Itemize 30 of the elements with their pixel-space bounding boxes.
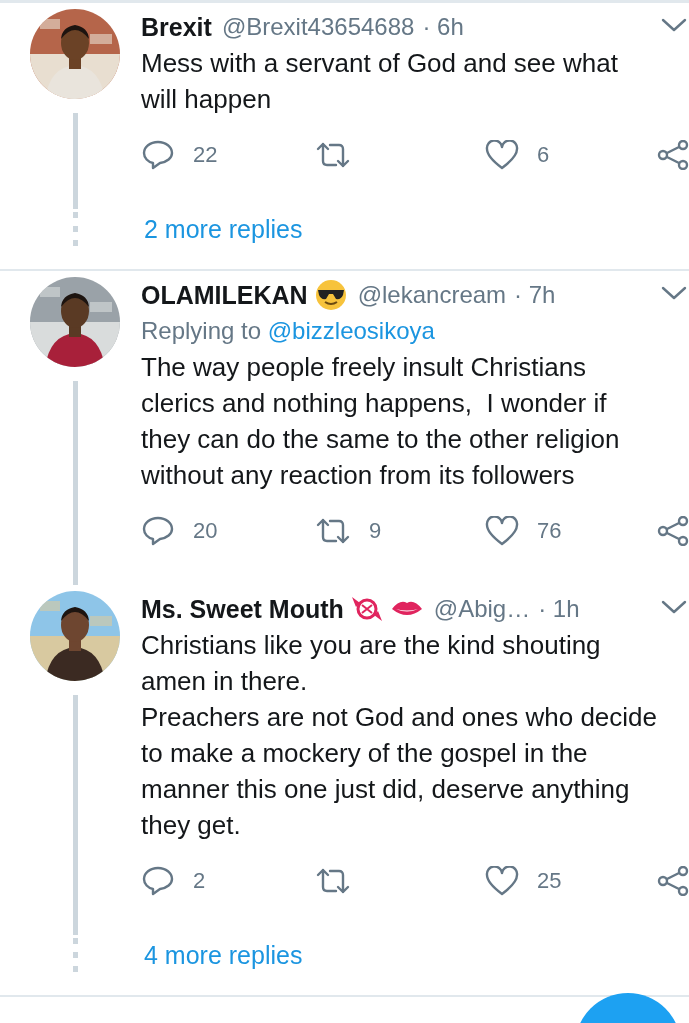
sunglasses-face-icon bbox=[313, 279, 348, 311]
user-handle: @Abig… bbox=[433, 595, 531, 623]
reply-button[interactable]: 20 bbox=[141, 515, 218, 547]
like-button[interactable]: 76 bbox=[485, 516, 562, 546]
user-name: Brexit bbox=[141, 12, 212, 42]
replying-to-text: Replying to @bizzleosikoya bbox=[141, 316, 436, 346]
retweet-button[interactable]: 9 bbox=[315, 516, 382, 546]
tweet-text: Mess with a servant of God and see what will happen bbox=[141, 47, 619, 116]
user-name: OLAMILEKAN bbox=[141, 280, 308, 310]
share-button[interactable] bbox=[657, 516, 689, 546]
share-button[interactable] bbox=[657, 866, 689, 896]
mention-link[interactable]: @bizzleosikoya bbox=[267, 317, 435, 344]
user-handle: @Brexit43654688 bbox=[221, 13, 415, 41]
tweet-text: Christians like you are the kind shouting amen in there. Preachers are not God and ones who decide to make a mockery of the gospel in the manner this one just did, deserve anything they get. bbox=[141, 629, 658, 842]
retweet-button[interactable] bbox=[315, 140, 351, 170]
more-replies-link[interactable]: 4 more replies bbox=[144, 940, 303, 970]
tweet-time: · 7h bbox=[514, 281, 556, 309]
like-button[interactable]: 25 bbox=[485, 866, 562, 896]
reply-button[interactable]: 22 bbox=[141, 139, 218, 171]
more-replies-link[interactable]: 2 more replies bbox=[144, 214, 303, 244]
tweet-text: The way people freely insult Christians clerics and nothing happens, I wonder if they can do the same to the other religion without any reaction from its followers bbox=[141, 351, 621, 492]
user-name: Ms. Sweet Mouth bbox=[141, 594, 344, 624]
tweet-time: · 6h bbox=[422, 13, 464, 41]
user-handle: @lekancream bbox=[357, 281, 507, 309]
tweet-time: · 1h bbox=[538, 595, 580, 623]
dotted-thread-icon bbox=[73, 938, 78, 972]
share-button[interactable] bbox=[657, 140, 689, 170]
reply-button[interactable]: 2 bbox=[141, 865, 206, 897]
retweet-button[interactable] bbox=[315, 866, 351, 896]
dotted-thread-icon bbox=[73, 212, 78, 246]
